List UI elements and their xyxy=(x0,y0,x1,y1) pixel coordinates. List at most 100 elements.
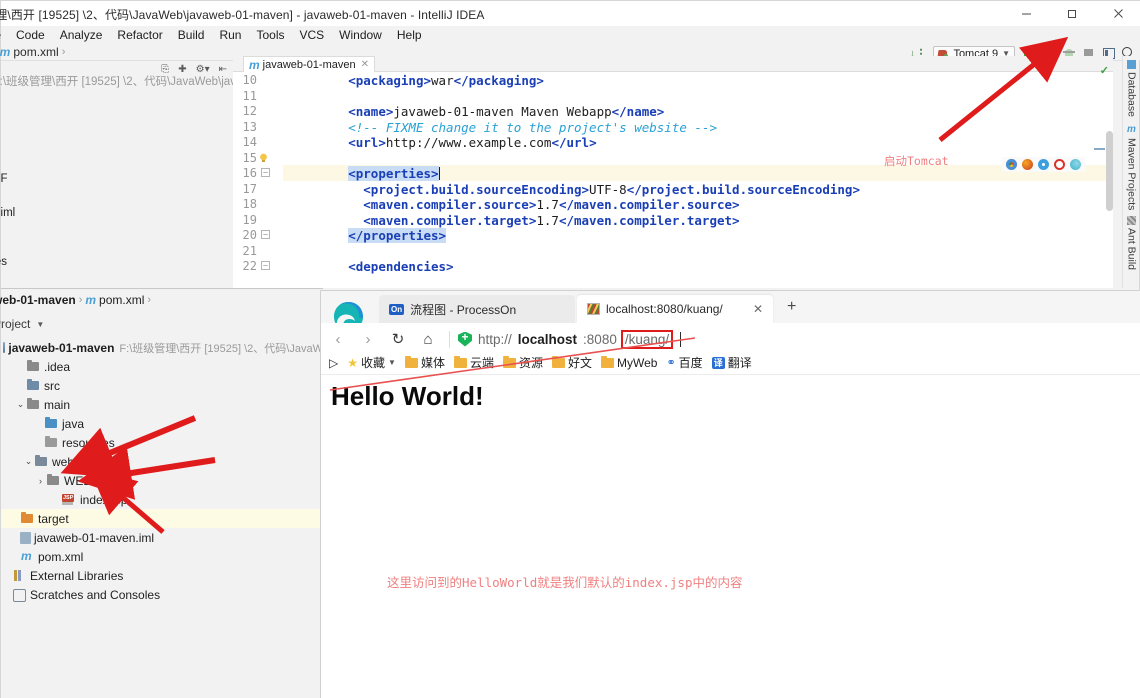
chrome-icon[interactable] xyxy=(1006,159,1017,170)
menu-item-refactor[interactable]: Refactor xyxy=(115,28,164,42)
tool-window-ant-build[interactable]: Ant Build xyxy=(1123,216,1140,270)
close-icon[interactable]: ✕ xyxy=(361,59,369,70)
home-button[interactable]: ⌂ xyxy=(415,326,441,352)
bookmark-translate[interactable]: 译 翻译 xyxy=(711,354,752,371)
chevron-right-icon[interactable]: › xyxy=(35,476,46,486)
menu-item-code[interactable]: Code xyxy=(14,28,47,42)
code-line-12: <name>javaweb-01-maven Maven Webapp</nam… xyxy=(348,104,665,119)
chevron-down-icon[interactable]: ⌄ xyxy=(15,399,26,410)
table-row[interactable]: java xyxy=(1,414,323,433)
line-number: 22 xyxy=(242,259,257,273)
bookmark-myweb[interactable]: MyWeb xyxy=(601,355,657,370)
tree-item-label: main xyxy=(44,397,71,412)
bookmark-cloud[interactable]: 云端 xyxy=(453,354,494,371)
database-icon xyxy=(1127,60,1136,69)
tree-clip-item[interactable]: -maven.iml xyxy=(0,205,15,222)
open-in-browser-icons[interactable] xyxy=(1002,157,1085,172)
tree-clip-item[interactable]: WEB-INF xyxy=(0,171,15,188)
editor-vertical-scrollbar[interactable] xyxy=(1106,131,1113,211)
tree-item-label: pom.xml xyxy=(38,549,84,564)
back-button[interactable]: ‹ xyxy=(325,326,351,352)
menu-item-help[interactable]: Help xyxy=(395,28,424,42)
tree-item-label: resources xyxy=(62,435,115,450)
forward-button[interactable]: › xyxy=(355,326,381,352)
table-row[interactable]: ⌄ main xyxy=(1,395,323,414)
minimize-button[interactable] xyxy=(1003,1,1049,26)
bookmark-label: 百度 xyxy=(678,356,703,370)
table-row[interactable]: ⌄ webapp xyxy=(1,452,323,471)
iml-file-icon xyxy=(20,531,31,544)
table-row[interactable]: Scratches and Consoles xyxy=(1,585,323,604)
edge-browser-window: On 流程图 - ProcessOn localhost:8080/kuang/… xyxy=(320,290,1140,698)
fold-marker-icon[interactable]: ─ xyxy=(261,230,270,239)
tree-clip-item[interactable]: app xyxy=(0,154,15,171)
ide-lower-pane: web-01-maven › m pom.xml › Project ▼ jav… xyxy=(0,288,323,698)
project-tree[interactable]: javaweb-01-maven F:\班级管理\西开 [19525] \2、代… xyxy=(1,338,323,604)
new-tab-button[interactable]: + xyxy=(787,299,796,315)
code-line-19: <maven.compiler.target>1.7</maven.compil… xyxy=(363,212,740,228)
fold-marker-icon[interactable]: ─ xyxy=(261,168,270,177)
breadcrumb-file[interactable]: pom.xml xyxy=(13,45,58,59)
lower-breadcrumb-project[interactable]: web-01-maven xyxy=(0,293,76,307)
jsp-file-icon xyxy=(62,493,77,506)
chevron-down-icon: ▼ xyxy=(388,358,396,367)
editor-tab-pom[interactable]: m javaweb-01-maven ✕ xyxy=(243,56,375,72)
intention-bulb-icon[interactable] xyxy=(259,151,268,162)
tool-window-database[interactable]: Database xyxy=(1123,60,1140,117)
firefox-icon[interactable] xyxy=(1022,159,1033,170)
edge-icon[interactable] xyxy=(1070,159,1081,170)
safari-icon[interactable] xyxy=(1038,159,1049,170)
close-icon[interactable]: ✕ xyxy=(753,302,763,316)
table-row[interactable]: .idea xyxy=(1,357,323,376)
project-tool-window-header[interactable]: Project ▼ xyxy=(0,317,44,331)
maximize-button[interactable] xyxy=(1049,1,1095,26)
chevron-down-icon[interactable]: ⌄ xyxy=(23,456,34,467)
menu-item-te[interactable]: te xyxy=(0,28,3,42)
processon-favicon-icon: On xyxy=(389,303,405,315)
annotation-note: 这里访问到的HelloWorld就是我们默认的index.jsp中的内容 xyxy=(387,575,743,590)
scratches-icon xyxy=(12,588,27,602)
table-row[interactable]: javaweb-01-maven F:\班级管理\西开 [19525] \2、代… xyxy=(1,338,323,357)
table-row[interactable]: › WEB-INF xyxy=(1,471,323,490)
table-row[interactable]: resources xyxy=(1,433,323,452)
menu-item-analyze[interactable]: Analyze xyxy=(58,28,105,42)
code-editor[interactable]: 10 11 12 13 14 15 16 17 18 19 20 21 22 ─… xyxy=(233,72,1113,288)
table-row[interactable]: src xyxy=(1,376,323,395)
ide-menu-bar: te Code Analyze Refactor Build Run Tools… xyxy=(0,26,1140,44)
lower-breadcrumb-file[interactable]: pom.xml xyxy=(99,293,144,307)
fold-marker-icon[interactable]: ─ xyxy=(261,261,270,270)
opera-icon[interactable] xyxy=(1054,159,1065,170)
browser-tab-processon[interactable]: On 流程图 - ProcessOn xyxy=(379,295,575,323)
breadcrumb: › m pom.xml › xyxy=(0,45,65,59)
tree-clip-item[interactable]: dex.jsp xyxy=(0,188,15,205)
tomcat-favicon-icon xyxy=(587,303,600,315)
menu-item-vcs[interactable]: VCS xyxy=(297,28,326,42)
table-row[interactable]: External Libraries xyxy=(1,566,323,585)
tool-window-maven-projects[interactable]: m Maven Projects xyxy=(1123,124,1140,210)
menu-item-run[interactable]: Run xyxy=(217,28,243,42)
table-row[interactable]: javaweb-01-maven.iml xyxy=(1,528,323,547)
close-button[interactable] xyxy=(1095,1,1140,26)
menu-item-tools[interactable]: Tools xyxy=(254,28,286,42)
tree-clip-item[interactable]: urces xyxy=(0,137,15,154)
table-row[interactable]: target xyxy=(1,509,323,528)
tree-clip-item[interactable]: Consoles xyxy=(0,254,15,271)
reload-button[interactable]: ↻ xyxy=(385,326,411,352)
menu-item-build[interactable]: Build xyxy=(176,28,207,42)
table-row[interactable]: m pom.xml xyxy=(1,547,323,566)
menu-item-window[interactable]: Window xyxy=(337,28,384,42)
tool-window-label: Maven Projects xyxy=(1125,138,1138,211)
bookmark-baidu[interactable]: ⚭ 百度 xyxy=(666,354,702,371)
bookmark-favorites[interactable]: ★ 收藏 ▼ xyxy=(347,354,396,371)
code-line-22: <dependencies> xyxy=(348,259,454,274)
bookmark-articles[interactable]: 好文 xyxy=(551,354,592,371)
bookmark-resources[interactable]: 资源 xyxy=(502,354,543,371)
address-bar[interactable]: http:// localhost:8080/kuang/ xyxy=(458,326,1140,352)
page-content: Hello World! 这里访问到的HelloWorld就是我们默认的inde… xyxy=(321,375,1140,698)
table-row[interactable]: index.jsp xyxy=(1,490,323,509)
bookmarks-overflow-icon[interactable]: ▷ xyxy=(329,356,338,370)
bookmark-media[interactable]: 媒体 xyxy=(404,354,445,371)
folder-icon xyxy=(601,355,614,368)
tree-clip-item[interactable]: es xyxy=(0,237,15,254)
browser-tab-localhost[interactable]: localhost:8080/kuang/ ✕ xyxy=(577,295,773,323)
